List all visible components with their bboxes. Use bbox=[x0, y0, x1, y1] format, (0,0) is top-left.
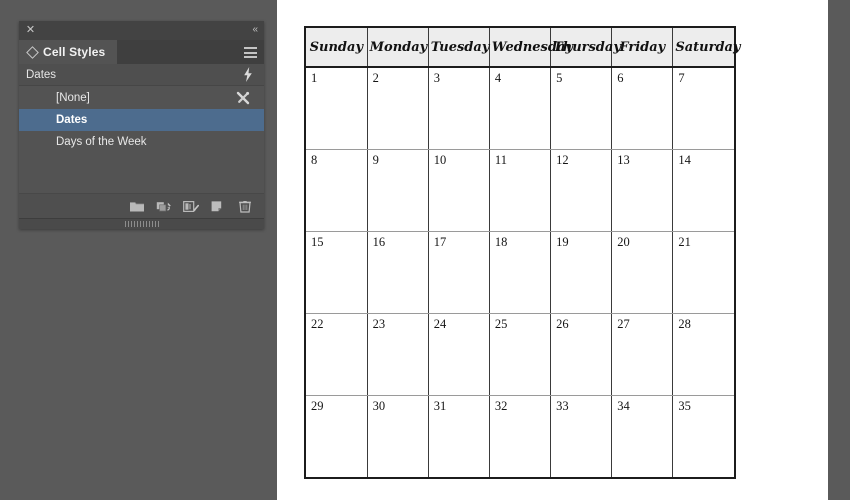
calendar-cell[interactable]: 12 bbox=[550, 149, 613, 232]
day-header-monday[interactable]: Monday bbox=[367, 28, 429, 68]
trash-icon[interactable] bbox=[237, 199, 253, 214]
calendar-week-row: 15 16 17 18 19 20 21 bbox=[306, 231, 734, 314]
calendar-cell[interactable]: 34 bbox=[611, 395, 674, 477]
panel-tab-row: Cell Styles bbox=[19, 40, 264, 64]
calendar-cell[interactable]: 26 bbox=[550, 313, 613, 396]
calendar-cell[interactable]: 6 bbox=[611, 67, 674, 150]
calendar-cell[interactable]: 3 bbox=[428, 67, 490, 150]
calendar-cell[interactable]: 1 bbox=[306, 67, 368, 150]
calendar-cell[interactable]: 14 bbox=[672, 149, 734, 232]
application-window: ✕ « Cell Styles Dates [None] Dates Days … bbox=[0, 0, 850, 500]
style-name: [None] bbox=[56, 92, 90, 104]
calendar-cell[interactable]: 31 bbox=[428, 395, 490, 477]
calendar-cell[interactable]: 28 bbox=[672, 313, 734, 396]
calendar-cell[interactable]: 33 bbox=[550, 395, 613, 477]
calendar-week-row: 22 23 24 25 26 27 28 bbox=[306, 313, 734, 396]
calendar-cell[interactable]: 16 bbox=[367, 231, 429, 314]
close-icon[interactable]: ✕ bbox=[25, 25, 36, 36]
workspace-background-right bbox=[828, 0, 850, 500]
style-list-item-none[interactable]: [None] bbox=[19, 87, 264, 109]
calendar-cell[interactable]: 29 bbox=[306, 395, 368, 477]
calendar-cell[interactable]: 23 bbox=[367, 313, 429, 396]
cell-styles-list: [None] Dates Days of the Week bbox=[19, 86, 264, 193]
style-name: Dates bbox=[56, 114, 88, 126]
style-list-item-days-of-the-week[interactable]: Days of the Week bbox=[19, 131, 264, 153]
calendar-cell[interactable]: 35 bbox=[672, 395, 734, 477]
calendar-week-row: 1 2 3 4 5 6 7 bbox=[306, 67, 734, 150]
clear-attributes-icon[interactable] bbox=[183, 199, 199, 214]
calendar-cell[interactable]: 22 bbox=[306, 313, 368, 396]
double-chevron-left-icon[interactable]: « bbox=[252, 24, 257, 36]
calendar-cell[interactable]: 7 bbox=[672, 67, 734, 150]
calendar-cell[interactable]: 18 bbox=[489, 231, 552, 314]
panel-titlebar[interactable]: ✕ « bbox=[19, 21, 264, 40]
resize-grip[interactable] bbox=[124, 221, 159, 227]
day-header-tuesday[interactable]: Tuesday bbox=[428, 28, 490, 68]
clear-style-overrides-icon[interactable] bbox=[236, 91, 250, 105]
cell-styles-panel: ✕ « Cell Styles Dates [None] Dates Days … bbox=[19, 21, 264, 229]
calendar-cell[interactable]: 25 bbox=[489, 313, 552, 396]
panel-footer bbox=[19, 218, 264, 229]
day-header-thursday[interactable]: Thursday bbox=[550, 28, 621, 68]
calendar-cell[interactable]: 17 bbox=[428, 231, 490, 314]
folder-icon[interactable] bbox=[129, 199, 145, 214]
calendar-cell[interactable]: 4 bbox=[489, 67, 552, 150]
diamond-icon bbox=[26, 45, 39, 59]
calendar-week-row: 29 30 31 32 33 34 35 bbox=[306, 395, 734, 477]
calendar-table-frame: Sunday Monday Tuesday Wednesday Thursday… bbox=[304, 26, 741, 479]
calendar-cell[interactable]: 27 bbox=[611, 313, 674, 396]
style-name: Days of the Week bbox=[56, 136, 147, 148]
calendar-cell[interactable]: 24 bbox=[428, 313, 490, 396]
day-header-friday[interactable]: Friday bbox=[611, 28, 674, 68]
calendar-cell[interactable]: 9 bbox=[367, 149, 429, 232]
quick-apply-bolt-icon[interactable] bbox=[243, 67, 253, 82]
day-header-sunday[interactable]: Sunday bbox=[306, 28, 368, 68]
calendar-cell[interactable]: 11 bbox=[489, 149, 552, 232]
calendar-cell[interactable]: 20 bbox=[611, 231, 674, 314]
calendar-cell[interactable]: 8 bbox=[306, 149, 368, 232]
style-group-label: Dates bbox=[26, 68, 57, 81]
calendar-cell[interactable]: 30 bbox=[367, 395, 429, 477]
calendar-header-row: Sunday Monday Tuesday Wednesday Thursday… bbox=[306, 28, 741, 68]
tab-cell-styles-label: Cell Styles bbox=[43, 45, 106, 59]
style-group-row[interactable]: Dates bbox=[19, 64, 264, 86]
calendar-cell[interactable]: 2 bbox=[367, 67, 429, 150]
calendar-cell[interactable]: 13 bbox=[611, 149, 674, 232]
panel-bottom-toolbar bbox=[19, 193, 264, 218]
calendar-cell[interactable]: 5 bbox=[550, 67, 613, 150]
list-empty-space bbox=[19, 153, 264, 193]
new-page-icon[interactable] bbox=[210, 199, 226, 214]
calendar-cell[interactable]: 32 bbox=[489, 395, 552, 477]
day-header-wednesday[interactable]: Wednesday bbox=[489, 28, 573, 68]
style-list-item-dates[interactable]: Dates bbox=[19, 109, 264, 131]
calendar-cell[interactable]: 10 bbox=[428, 149, 490, 232]
calendar-cell[interactable]: 19 bbox=[550, 231, 613, 314]
calendar-cell[interactable]: 21 bbox=[672, 231, 734, 314]
tab-cell-styles[interactable]: Cell Styles bbox=[19, 40, 118, 64]
day-header-saturday[interactable]: Saturday bbox=[672, 28, 741, 68]
calendar-cell[interactable]: 15 bbox=[306, 231, 368, 314]
calendar-table: Sunday Monday Tuesday Wednesday Thursday… bbox=[306, 28, 741, 477]
duplicate-arrow-icon[interactable] bbox=[156, 199, 172, 214]
panel-menu-icon[interactable] bbox=[244, 47, 257, 58]
calendar-week-row: 8 9 10 11 12 13 14 bbox=[306, 149, 734, 232]
